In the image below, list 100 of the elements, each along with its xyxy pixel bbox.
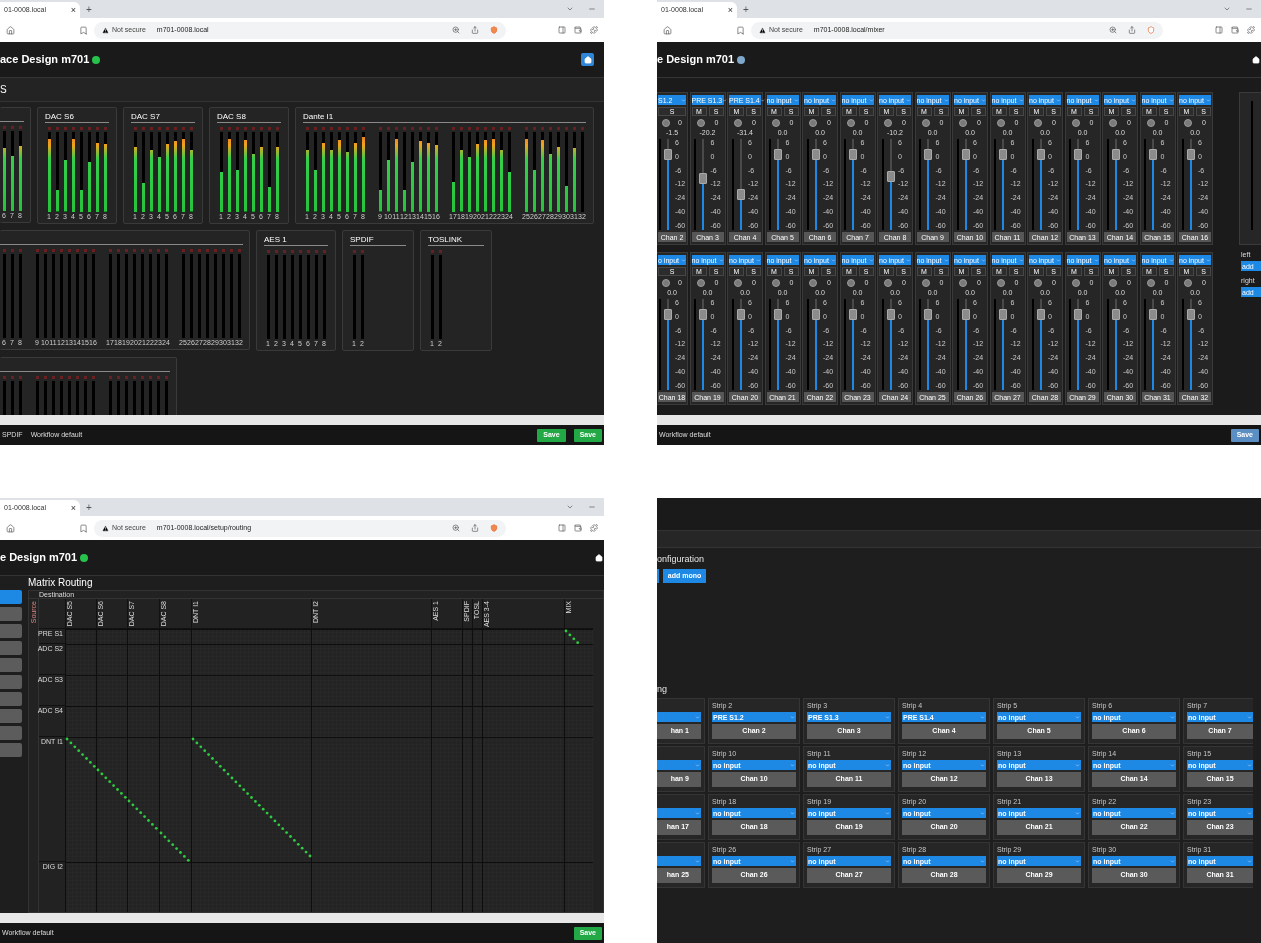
pan-knob[interactable] [884,118,892,127]
shield-icon[interactable] [1147,26,1155,34]
fader-thumb[interactable] [924,148,933,160]
matrix-cell[interactable] [462,675,472,706]
wallet-icon[interactable] [574,524,582,532]
fader-thumb[interactable] [736,308,745,320]
wallet-icon[interactable] [574,26,582,34]
fader-track[interactable] [810,139,821,230]
matrix-cell[interactable] [462,706,472,737]
horizontal-scrollbar[interactable] [0,415,604,425]
pan-knob[interactable] [884,278,892,287]
fader-track[interactable] [1148,299,1159,390]
bookmark-icon[interactable] [736,25,745,35]
pan-knob[interactable] [1109,278,1117,287]
fader-thumb[interactable] [1186,308,1195,320]
fader-track[interactable] [698,299,709,390]
close-tab-button[interactable]: × [70,503,76,513]
route-dots[interactable] [65,737,96,768]
horizontal-scrollbar[interactable] [0,913,604,923]
matrix-cell[interactable] [482,675,564,706]
bookmark-icon[interactable] [79,523,88,533]
fader-thumb[interactable] [811,148,820,160]
fader-thumb[interactable] [849,148,858,160]
fader-thumb[interactable] [999,148,1008,160]
fader-thumb[interactable] [1149,148,1158,160]
fader-thumb[interactable] [849,308,858,320]
fader-track[interactable] [735,299,746,390]
fader-track[interactable] [773,299,784,390]
fader-thumb[interactable] [999,308,1008,320]
pan-knob[interactable] [1109,118,1117,127]
fader-track[interactable] [773,139,784,230]
sidebar-icon[interactable] [558,26,566,34]
pan-knob[interactable] [809,278,817,287]
route-dots[interactable] [127,799,158,830]
fader-track[interactable] [1148,139,1159,230]
pan-knob[interactable] [1034,118,1042,127]
fader-thumb[interactable] [663,308,672,320]
pan-knob[interactable] [1034,278,1042,287]
fader-track[interactable] [662,139,673,230]
fader-thumb[interactable] [961,148,970,160]
pan-knob[interactable] [1146,278,1155,287]
horizontal-scrollbar[interactable] [657,415,1261,425]
close-tab-button[interactable]: × [727,5,733,15]
pan-knob[interactable] [696,118,705,127]
fader-track[interactable] [1110,139,1121,230]
fader-thumb[interactable] [811,308,820,320]
route-dots[interactable] [564,629,580,645]
zoom-icon[interactable] [1109,26,1117,34]
matrix-cell[interactable] [191,675,311,706]
pan-knob[interactable] [921,278,930,287]
fader-track[interactable] [885,299,896,390]
share-icon[interactable] [471,524,479,532]
fader-track[interactable] [698,139,709,230]
fader-track[interactable] [1035,139,1046,230]
input-select[interactable] [657,760,701,770]
pan-knob[interactable] [959,278,967,287]
input-select[interactable] [657,856,701,866]
pan-knob[interactable] [696,278,705,287]
fader-track[interactable] [960,139,971,230]
fader-thumb[interactable] [1111,308,1120,320]
matrix-cell[interactable] [191,706,311,737]
fader-track[interactable] [998,299,1009,390]
fader-track[interactable] [1185,139,1196,230]
matrix-cell[interactable] [127,862,159,912]
tab-list-icon[interactable] [566,5,574,13]
shield-icon[interactable] [490,524,498,532]
zoom-icon[interactable] [452,524,460,532]
fader-track[interactable] [810,299,821,390]
pan-knob[interactable] [734,278,742,287]
fader-thumb[interactable] [1074,148,1083,160]
new-tab-button[interactable]: + [743,5,749,15]
input-select[interactable] [657,712,701,722]
fader-track[interactable] [1073,299,1084,390]
new-tab-button[interactable]: + [86,503,92,513]
bookmark-icon[interactable] [79,25,88,35]
fader-thumb[interactable] [663,148,672,160]
pan-knob[interactable] [959,118,967,127]
home-button[interactable] [581,53,594,66]
puzzle-icon[interactable] [1247,26,1255,34]
pan-knob[interactable] [996,118,1005,127]
zoom-icon[interactable] [452,26,460,34]
sidebar-icon[interactable] [558,524,566,532]
fader-track[interactable] [848,139,859,230]
input-select[interactable] [657,808,701,818]
fader-thumb[interactable] [1036,308,1045,320]
pan-knob[interactable] [846,118,855,127]
matrix-cell[interactable] [65,862,96,912]
fader-track[interactable] [735,139,746,230]
fader-thumb[interactable] [1074,308,1083,320]
fader-thumb[interactable] [1186,148,1195,160]
fader-thumb[interactable] [886,171,895,182]
close-tab-button[interactable]: × [70,5,76,15]
fader-track[interactable] [998,139,1009,230]
pan-knob[interactable] [771,118,780,127]
fader-track[interactable] [885,139,896,230]
fader-thumb[interactable] [924,308,933,320]
route-dots[interactable] [159,831,190,862]
matrix-cell[interactable] [462,629,472,644]
sidebar-icon[interactable] [1215,26,1223,34]
fader-track[interactable] [923,299,934,390]
